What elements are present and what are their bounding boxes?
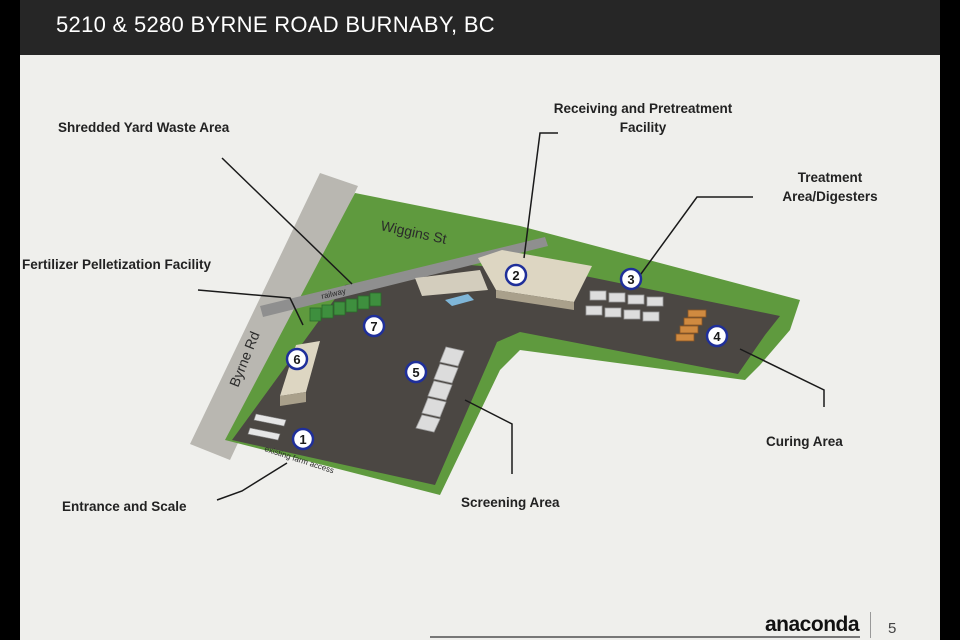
label-screening-area: Screening Area xyxy=(461,495,560,510)
marker-2: 2 xyxy=(504,263,528,287)
label-curing-area: Curing Area xyxy=(766,434,843,449)
marker-3-label: 3 xyxy=(627,272,634,287)
label-shredded-yard-waste: Shredded Yard Waste Area xyxy=(58,120,230,135)
marker-7: 7 xyxy=(362,314,386,338)
marker-2-label: 2 xyxy=(512,268,519,283)
company-logo: anaconda xyxy=(765,613,860,636)
label-receiving-line1: Receiving and Pretreatment xyxy=(553,101,733,116)
marker-4-label: 4 xyxy=(713,329,721,344)
label-fertilizer-facility: Fertilizer Pelletization Facility xyxy=(22,257,212,272)
marker-1-label: 1 xyxy=(299,432,306,447)
label-treatment-line2: Area/Digesters xyxy=(782,189,878,204)
marker-1: 1 xyxy=(291,427,315,451)
label-treatment-line1: Treatment xyxy=(797,170,863,185)
marker-5: 5 xyxy=(404,360,428,384)
label-entrance-scale: Entrance and Scale xyxy=(62,499,187,514)
page-number: 5 xyxy=(888,620,897,637)
footer-separator xyxy=(870,612,871,638)
marker-6-label: 6 xyxy=(293,352,300,367)
marker-7-label: 7 xyxy=(370,319,377,334)
marker-6: 6 xyxy=(285,347,309,371)
marker-4: 4 xyxy=(705,324,729,348)
marker-5-label: 5 xyxy=(412,365,419,380)
slide: 5210 & 5280 BYRNE ROAD BURNABY, BC Wiggi… xyxy=(20,0,940,640)
marker-3: 3 xyxy=(619,267,643,291)
label-receiving-line2: Facility xyxy=(619,120,667,135)
site-map: Wiggins St Byrne Rd railway existing far… xyxy=(190,132,825,501)
label-receiving-facility: Receiving and Pretreatment Facility xyxy=(536,99,750,137)
label-treatment-area: Treatment Area/Digesters xyxy=(760,168,900,206)
